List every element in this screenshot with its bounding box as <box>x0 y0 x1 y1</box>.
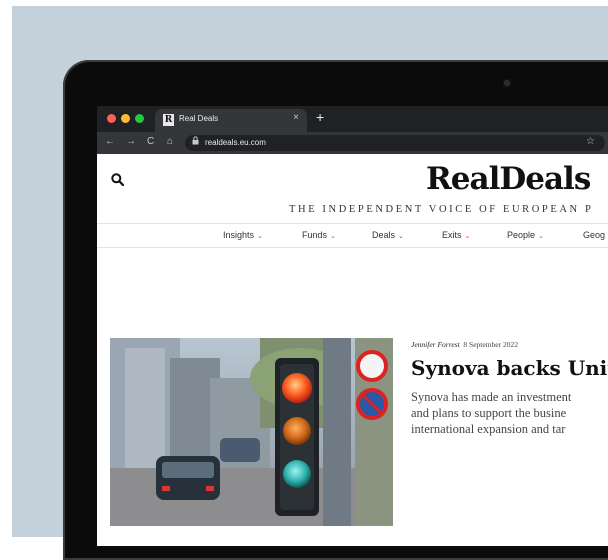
tab-title: Real Deals <box>179 114 219 123</box>
article-author[interactable]: Jennifer Forrest <box>411 340 460 349</box>
maximize-window-button[interactable] <box>135 114 144 123</box>
excerpt-line: international expansion and tar <box>411 422 566 436</box>
webcam-icon <box>504 80 510 86</box>
chevron-down-icon: ⌄ <box>464 233 471 240</box>
browser-tab[interactable]: R Real Deals × <box>155 109 307 132</box>
nav-item-funds[interactable]: Funds ⌄ <box>302 230 336 240</box>
lock-icon <box>192 136 199 147</box>
tab-close-button[interactable]: × <box>293 112 299 123</box>
home-button[interactable]: ⌂ <box>167 136 173 147</box>
article-excerpt: Synova has made an investment and plans … <box>411 389 608 437</box>
chevron-down-icon: ⌄ <box>330 233 336 240</box>
nav-item-geography[interactable]: Geog <box>583 230 605 240</box>
forward-button[interactable]: → <box>126 136 136 147</box>
minimize-window-button[interactable] <box>121 114 130 123</box>
nav-divider <box>97 247 608 248</box>
chevron-down-icon: ⌄ <box>257 233 263 240</box>
reload-button[interactable]: C <box>147 136 154 147</box>
new-tab-button[interactable]: + <box>316 109 324 125</box>
site-logo[interactable]: RealDeals <box>426 161 591 197</box>
article-date: 8 September 2022 <box>463 340 518 349</box>
nav-item-label: Deals <box>372 230 396 240</box>
nav-item-people[interactable]: People ⌄ <box>507 230 544 240</box>
chevron-down-icon: ⌄ <box>398 233 404 240</box>
back-button[interactable]: ← <box>105 136 115 147</box>
nav-item-insights[interactable]: Insights ⌄ <box>223 230 263 240</box>
nav-item-label: Exits <box>442 230 462 240</box>
chevron-down-icon: ⌄ <box>538 233 544 240</box>
excerpt-line: and plans to support the busine <box>411 406 567 420</box>
search-icon[interactable] <box>111 173 125 187</box>
nav-item-label: Geog <box>583 230 606 240</box>
browser-toolbar: ← → C ⌂ realdeals.eu.com ☆ <box>97 132 608 154</box>
bookmark-star-icon[interactable]: ☆ <box>586 136 595 147</box>
article-byline: Jennifer Forrest 8 September 2022 <box>411 340 518 349</box>
address-bar[interactable]: realdeals.eu.com ☆ <box>185 135 605 151</box>
close-window-button[interactable] <box>107 114 116 123</box>
site-tagline: THE INDEPENDENT VOICE OF EUROPEAN P <box>289 204 594 215</box>
article-headline[interactable]: Synova backs Unit <box>411 356 608 380</box>
article-image[interactable] <box>110 338 393 526</box>
nav-item-label: Insights <box>223 230 255 240</box>
nav-item-deals[interactable]: Deals ⌄ <box>372 230 404 240</box>
url-text: realdeals.eu.com <box>205 138 266 147</box>
nav-item-label: Funds <box>302 230 328 240</box>
laptop-screen: R Real Deals × + ← → C ⌂ realdeals.eu.co… <box>97 106 608 546</box>
header-divider <box>97 223 608 224</box>
browser-tab-bar: R Real Deals × + <box>97 106 608 132</box>
nav-item-label: People <box>507 230 536 240</box>
nav-item-exits[interactable]: Exits ⌄ <box>442 230 470 240</box>
site-favicon-icon: R <box>163 114 174 126</box>
excerpt-line: Synova has made an investment <box>411 390 572 404</box>
